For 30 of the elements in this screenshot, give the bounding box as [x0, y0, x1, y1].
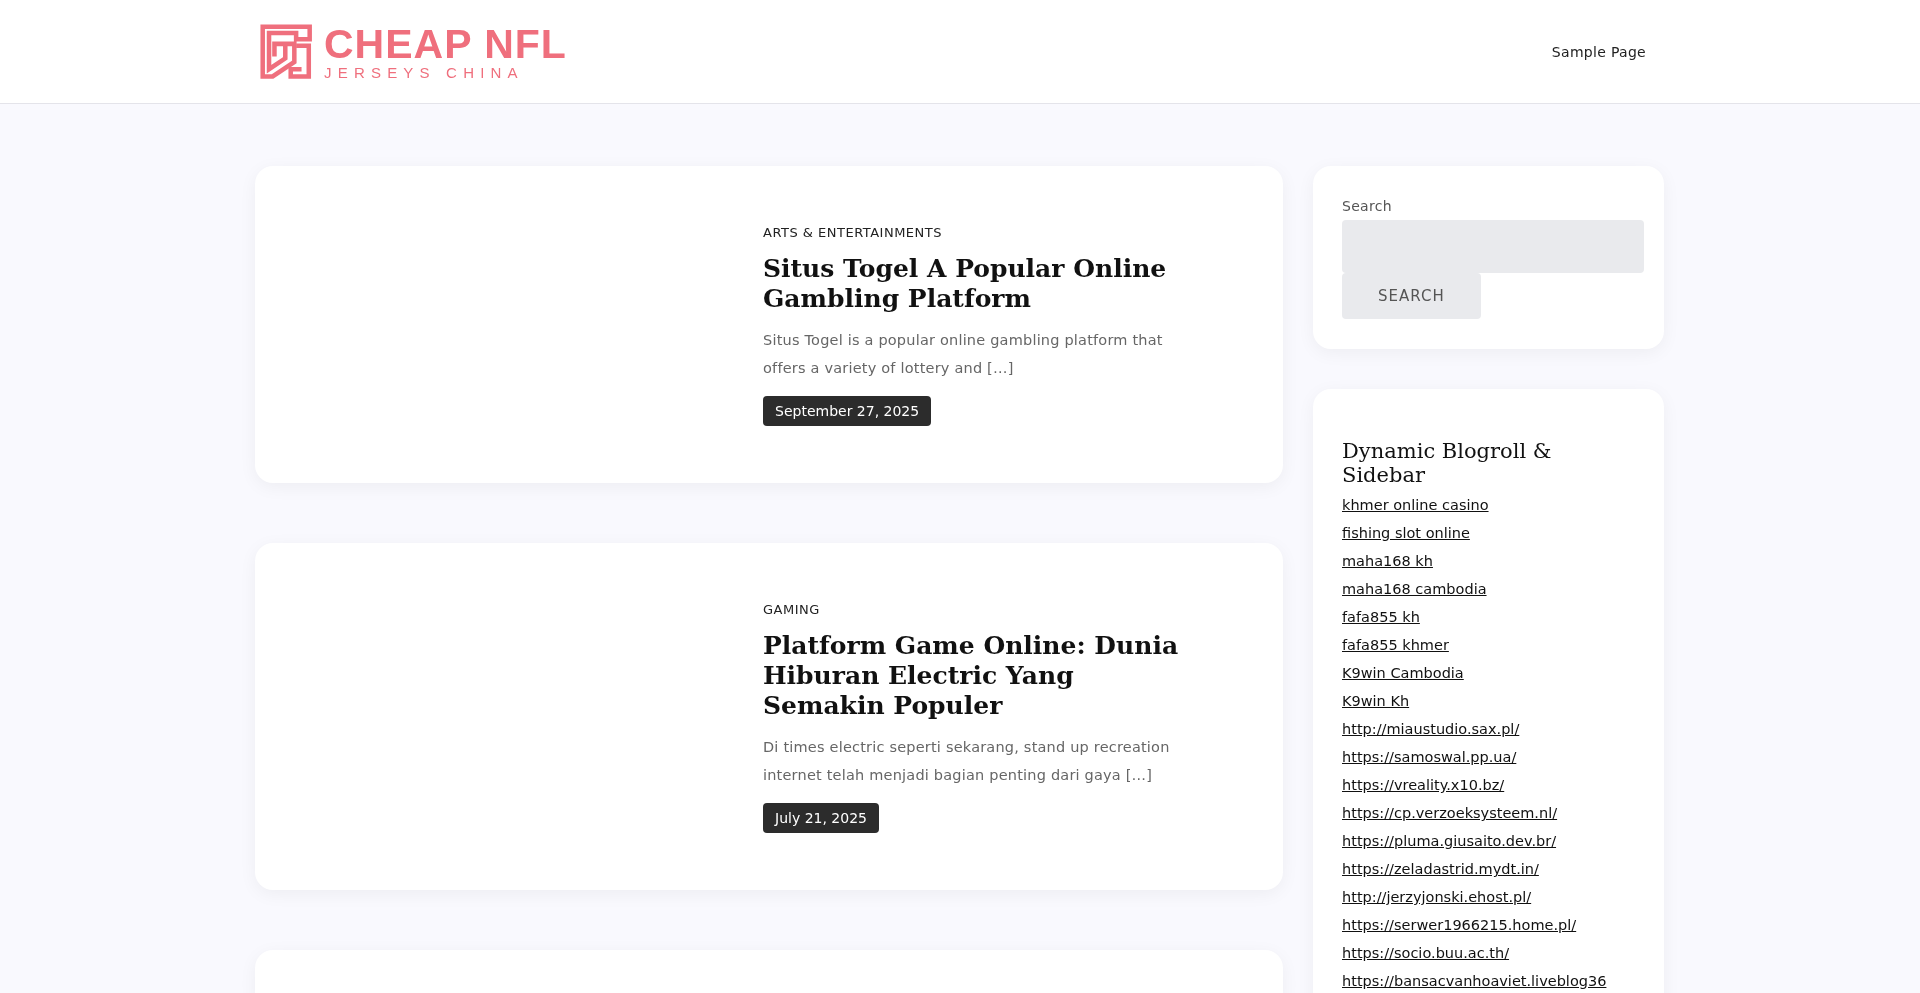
blogroll-link[interactable]: fishing slot online — [1342, 519, 1470, 547]
blogroll-link[interactable]: khmer online casino — [1342, 491, 1489, 519]
blogroll-link[interactable]: https://cp.verzoeksysteem.nl/ — [1342, 799, 1558, 827]
post-excerpt: Situs Togel is a popular online gambling platform that offers a variety of lottery and […] — [763, 331, 1164, 378]
post-excerpt: Di times electric seperti sekarang, stand up recreation internet telah menjadi bagian penting dari gaya […] — [763, 738, 1171, 785]
blogroll-link[interactable]: https://socio.buu.ac.th/ — [1342, 939, 1510, 967]
blogroll-link[interactable]: http://jerzyjonski.ehost.pl/ — [1342, 883, 1532, 911]
blogroll-link[interactable]: https://serwer1966215.home.pl/ — [1342, 911, 1577, 939]
date-badge: July 21, 2025 — [763, 803, 879, 833]
blogroll-link[interactable]: https://vreality.x10.bz/ — [1342, 771, 1505, 799]
category-link[interactable]: ARTS & ENTERTAINMENTS — [763, 225, 942, 240]
widget-title: Dynamic Blogroll & Sidebar — [1342, 439, 1553, 487]
blogroll-link[interactable]: http://miaustudio.sax.pl/ — [1342, 715, 1520, 743]
post-title[interactable]: Platform Game Online: Dunia Hiburan Electric Yang Semakin Populer — [763, 631, 1193, 721]
blogroll-link[interactable]: fafa855 kh — [1342, 603, 1420, 631]
blogroll-link[interactable]: fafa855 khmer — [1342, 631, 1449, 659]
blogroll-link[interactable]: maha168 cambodia — [1342, 575, 1487, 603]
blogroll-link[interactable]: https://samoswal.pp.ua/ — [1342, 743, 1517, 771]
blogroll-link[interactable]: https://pluma.giusaito.dev.br/ — [1342, 827, 1557, 855]
nav-link[interactable]: Sample Page — [1551, 44, 1646, 60]
blogroll-link[interactable]: K9win Cambodia — [1342, 659, 1464, 687]
date-badge: September 27, 2025 — [763, 396, 932, 426]
post-title[interactable]: Situs Togel A Popular Online Gambling Platform — [763, 254, 1193, 314]
blogroll-link[interactable]: https://zeladastrid.mydt.in/ — [1342, 855, 1539, 883]
blogroll-link[interactable]: https://bansacvanhoaviet.liveblog36 — [1342, 967, 1607, 993]
search-label: Search — [1342, 198, 1392, 214]
blogroll-link[interactable]: K9win Kh — [1342, 687, 1410, 715]
search-button[interactable]: SEARCH — [1342, 273, 1481, 319]
blogroll-link[interactable]: maha168 kh — [1342, 547, 1433, 575]
category-link[interactable]: GAMING — [763, 602, 820, 617]
